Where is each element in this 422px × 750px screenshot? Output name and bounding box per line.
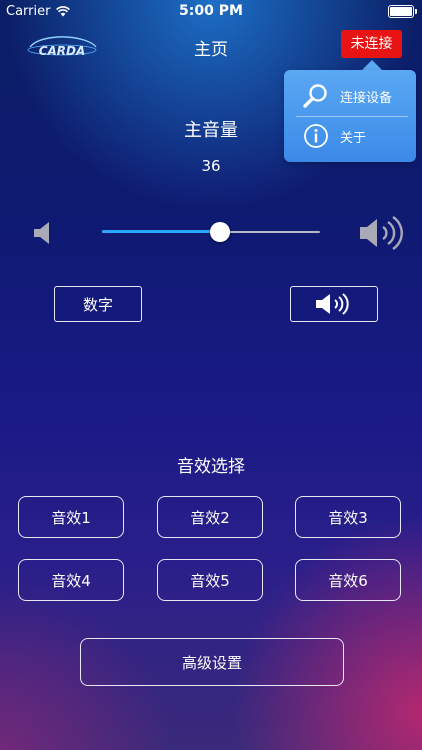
effect-6-button[interactable]: 音效6 bbox=[295, 559, 401, 601]
master-volume-value: 36 bbox=[201, 157, 221, 175]
volume-high-icon[interactable] bbox=[358, 214, 404, 252]
battery-icon bbox=[388, 5, 417, 18]
effect-5-button[interactable]: 音效5 bbox=[157, 559, 263, 601]
effect-3-button[interactable]: 音效3 bbox=[295, 496, 401, 538]
master-volume-title: 主音量 bbox=[184, 120, 238, 141]
volume-low-icon[interactable] bbox=[32, 220, 54, 246]
popover-arrow bbox=[362, 60, 382, 70]
effect-2-button[interactable]: 音效2 bbox=[157, 496, 263, 538]
menu-item-label: 连接设备 bbox=[340, 90, 393, 106]
status-bar: Carrier 5:00 PM bbox=[0, 0, 422, 22]
effect-1-button[interactable]: 音效1 bbox=[18, 496, 124, 538]
advanced-settings-button[interactable]: 高级设置 bbox=[80, 638, 344, 686]
slider-fill bbox=[102, 230, 220, 233]
sound-mode-button[interactable] bbox=[290, 286, 378, 322]
speaker-sound-icon bbox=[316, 293, 349, 315]
slider-thumb[interactable] bbox=[209, 222, 230, 242]
digital-mode-button[interactable]: 数字 bbox=[54, 286, 142, 322]
menu-item-connect-device[interactable]: 连接设备 bbox=[284, 76, 416, 116]
effect-4-button[interactable]: 音效4 bbox=[18, 559, 124, 601]
search-icon bbox=[303, 84, 327, 108]
connection-status-button[interactable]: 未连接 bbox=[341, 30, 402, 58]
effects-title: 音效选择 bbox=[177, 457, 245, 477]
status-time: 5:00 PM bbox=[179, 3, 243, 19]
master-volume-slider[interactable] bbox=[102, 222, 320, 242]
